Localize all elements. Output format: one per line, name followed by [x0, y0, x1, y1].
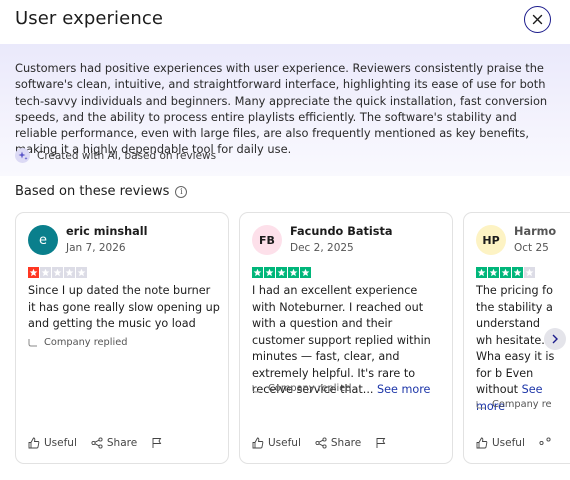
share-icon — [91, 437, 103, 449]
useful-label: Useful — [268, 437, 301, 449]
review-body: The pricing fo the stability a understan… — [476, 284, 555, 396]
review-body: I had an excellent experience with Noteb… — [252, 284, 431, 396]
carousel-next-button[interactable] — [544, 328, 566, 350]
flag-icon — [152, 438, 162, 448]
company-replied[interactable]: Company replied — [28, 337, 127, 348]
star-icon — [276, 267, 287, 278]
avatar-initials: e — [39, 232, 47, 248]
star-icon — [252, 267, 263, 278]
review-text: Since I up dated the note burner it has … — [28, 283, 220, 333]
review-text: The pricing fo the stability a understan… — [476, 283, 556, 415]
close-button[interactable] — [524, 6, 551, 33]
avatar: HP — [476, 225, 506, 255]
thumbs-up-icon — [28, 437, 40, 449]
star-rating — [476, 267, 535, 278]
report-button[interactable] — [151, 437, 163, 449]
star-icon — [52, 267, 63, 278]
company-replied[interactable]: Company re — [476, 399, 552, 410]
review-actions: Useful — [476, 437, 551, 449]
flag-icon — [376, 438, 386, 448]
star-icon — [524, 267, 535, 278]
avatar: e — [28, 225, 58, 255]
avatar: FB — [252, 225, 282, 255]
company-replied-label: Company re — [492, 399, 552, 410]
share-button[interactable]: Share — [91, 437, 137, 449]
reviews-section-title: Based on these reviews i — [15, 184, 188, 199]
star-icon — [500, 267, 511, 278]
review-actions: Useful Share — [28, 437, 163, 449]
useful-label: Useful — [492, 437, 525, 449]
modal-title: User experience — [15, 8, 164, 29]
reviews-section-label: Based on these reviews — [15, 184, 170, 199]
reply-icon — [28, 338, 37, 346]
share-label: Share — [106, 437, 138, 449]
star-icon — [512, 267, 523, 278]
star-icon — [40, 267, 51, 278]
reviews-carousel: e eric minshall Jan 7, 2026 Since I up d… — [0, 210, 570, 468]
review-date: Jan 7, 2026 — [66, 242, 126, 254]
thumbs-up-icon — [252, 437, 264, 449]
avatar-initials: FB — [259, 233, 275, 247]
company-replied[interactable]: Company replied — [252, 383, 351, 394]
ai-attribution: Created with AI, based on reviews — [15, 148, 216, 163]
reviewer-name[interactable]: Harmo — [514, 225, 556, 238]
reply-icon — [252, 384, 261, 392]
review-actions: Useful Share — [252, 437, 387, 449]
star-icon — [288, 267, 299, 278]
useful-label: Useful — [44, 437, 77, 449]
see-more-link[interactable]: See more — [377, 383, 430, 396]
star-icon — [76, 267, 87, 278]
close-icon — [532, 14, 543, 25]
star-icon — [64, 267, 75, 278]
modal-header: User experience — [0, 0, 570, 44]
review-card: FB Facundo Batista Dec 2, 2025 I had an … — [239, 212, 453, 464]
share-icon — [315, 437, 327, 449]
useful-button[interactable]: Useful — [476, 437, 525, 449]
thumbs-up-icon — [476, 437, 488, 449]
useful-button[interactable]: Useful — [252, 437, 301, 449]
star-icon — [264, 267, 275, 278]
share-label: Share — [330, 437, 362, 449]
reviewer-name[interactable]: eric minshall — [66, 225, 148, 238]
ai-attribution-label: Created with AI, based on reviews — [37, 149, 217, 162]
chevron-right-icon — [552, 334, 558, 344]
review-card: e eric minshall Jan 7, 2026 Since I up d… — [15, 212, 229, 464]
star-icon — [300, 267, 311, 278]
share-icon — [539, 437, 551, 446]
reviewer-name[interactable]: Facundo Batista — [290, 225, 393, 238]
review-body: Since I up dated the note burner it has … — [28, 284, 220, 330]
share-button[interactable]: Share — [315, 437, 361, 449]
share-button[interactable] — [539, 437, 551, 449]
avatar-initials: HP — [482, 233, 500, 247]
review-date: Oct 25 — [514, 242, 549, 254]
report-button[interactable] — [375, 437, 387, 449]
review-date: Dec 2, 2025 — [290, 242, 354, 254]
info-icon[interactable]: i — [175, 185, 188, 198]
summary-text: Customers had positive experiences with … — [15, 61, 548, 157]
reply-icon — [476, 400, 485, 408]
star-rating — [28, 267, 87, 278]
star-rating — [252, 267, 311, 278]
star-icon — [28, 267, 39, 278]
sparkle-icon — [15, 148, 30, 163]
review-text: I had an excellent experience with Noteb… — [252, 283, 444, 399]
ai-summary-panel: Customers had positive experiences with … — [0, 44, 570, 176]
company-replied-label: Company replied — [44, 337, 128, 348]
company-replied-label: Company replied — [268, 383, 352, 394]
star-icon — [488, 267, 499, 278]
star-icon — [476, 267, 487, 278]
useful-button[interactable]: Useful — [28, 437, 77, 449]
